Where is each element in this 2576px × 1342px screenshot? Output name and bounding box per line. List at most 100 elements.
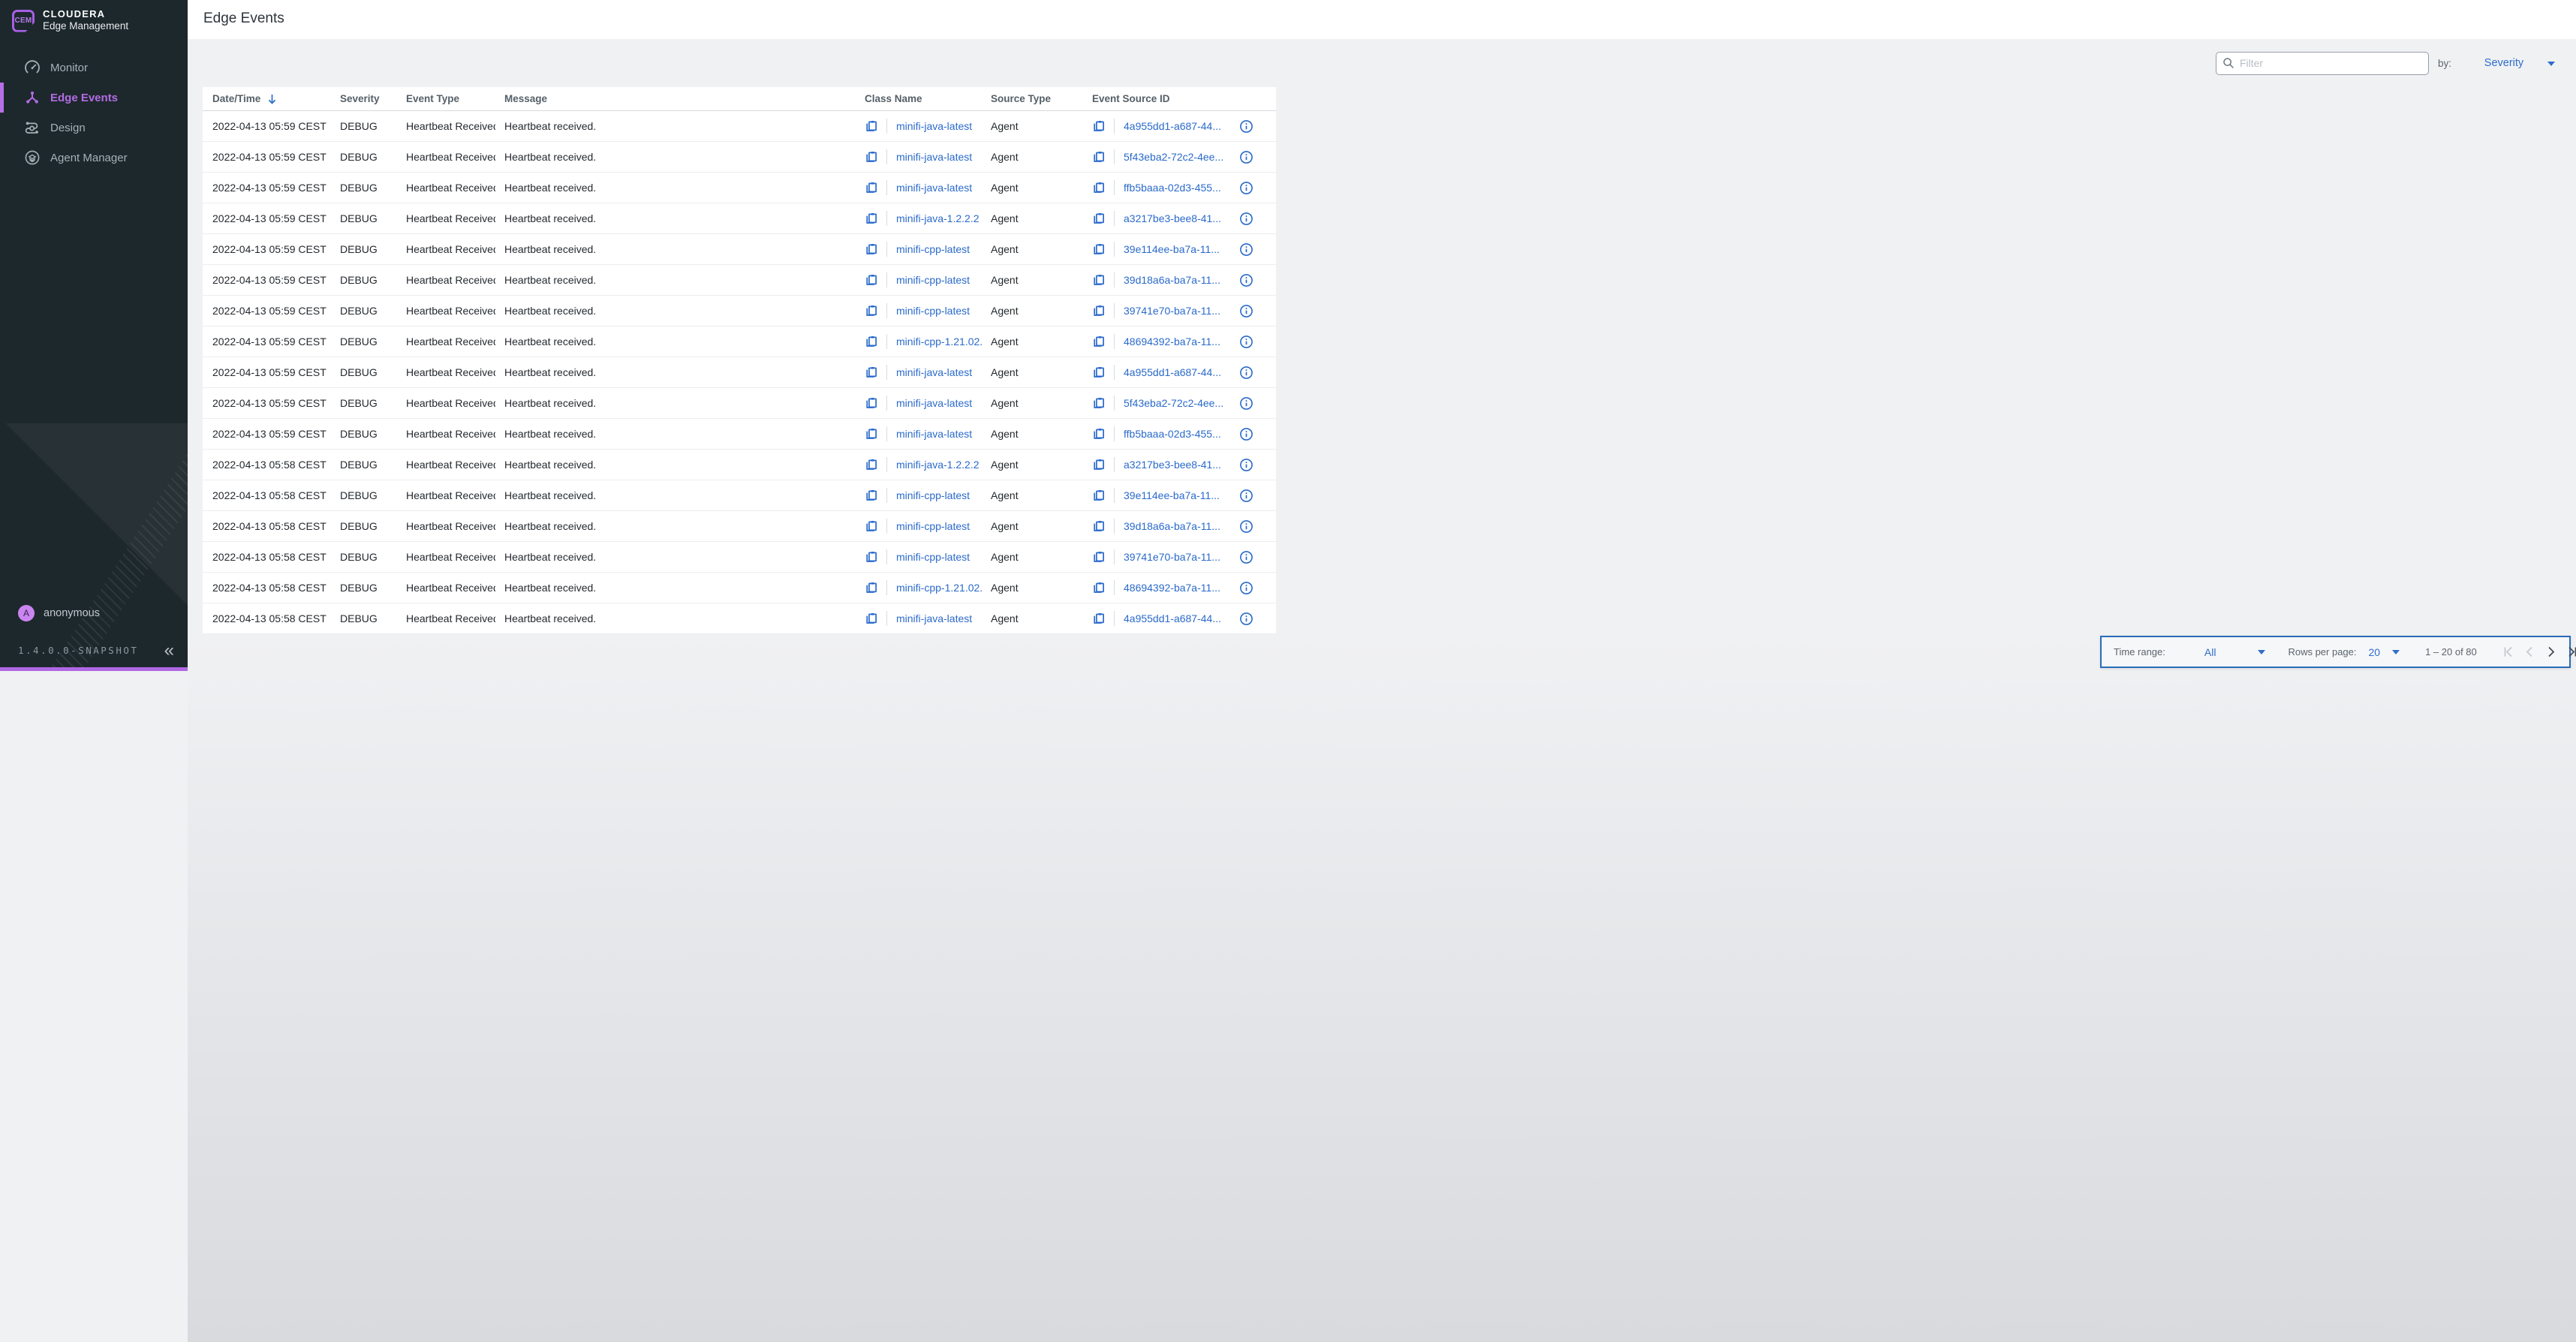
event-source-id-link[interactable]: 4a955dd1-a687-44... — [1124, 612, 1221, 624]
copy-icon[interactable] — [865, 212, 878, 225]
info-icon[interactable] — [1239, 489, 1253, 503]
class-name-link[interactable]: minifi-cpp-1.21.02.... — [896, 336, 982, 348]
info-icon[interactable] — [1239, 150, 1253, 164]
info-icon[interactable] — [1239, 181, 1253, 195]
class-name-link[interactable]: minifi-cpp-latest — [896, 274, 970, 286]
info-icon[interactable] — [1239, 119, 1253, 134]
column-header-datetime[interactable]: Date/Time — [203, 93, 331, 105]
event-source-id-link[interactable]: 48694392-ba7a-11... — [1124, 336, 1220, 348]
event-source-id-link[interactable]: ffb5baaa-02d3-455... — [1124, 182, 1221, 194]
class-name-link[interactable]: minifi-java-latest — [896, 397, 972, 409]
copy-icon[interactable] — [865, 519, 878, 533]
copy-icon[interactable] — [865, 427, 878, 441]
info-icon[interactable] — [1239, 273, 1253, 287]
sort-desc-icon[interactable] — [266, 93, 278, 105]
last-page-icon[interactable] — [2565, 645, 2576, 659]
info-icon[interactable] — [1239, 366, 1253, 380]
previous-page-icon[interactable] — [2523, 645, 2537, 659]
copy-icon[interactable] — [865, 304, 878, 317]
class-name-link[interactable]: minifi-java-latest — [896, 428, 972, 440]
info-icon[interactable] — [1239, 304, 1253, 318]
event-source-id-link[interactable]: 5f43eba2-72c2-4ee... — [1124, 151, 1223, 163]
info-icon[interactable] — [1239, 612, 1253, 626]
info-icon[interactable] — [1239, 581, 1253, 595]
info-icon[interactable] — [1239, 335, 1253, 349]
column-header-class-name[interactable]: Class Name — [856, 93, 982, 104]
rows-per-page-value[interactable]: 20 — [2369, 646, 2381, 658]
event-source-id-link[interactable]: 48694392-ba7a-11... — [1124, 582, 1220, 594]
class-name-link[interactable]: minifi-cpp-latest — [896, 489, 970, 501]
copy-icon[interactable] — [1092, 489, 1106, 502]
column-header-severity[interactable]: Severity — [331, 93, 397, 104]
copy-icon[interactable] — [865, 458, 878, 471]
event-source-id-link[interactable]: 5f43eba2-72c2-4ee... — [1124, 397, 1223, 409]
event-source-id-link[interactable]: 39741e70-ba7a-11... — [1124, 551, 1220, 563]
copy-icon[interactable] — [1092, 119, 1106, 133]
copy-icon[interactable] — [865, 550, 878, 564]
copy-icon[interactable] — [865, 273, 878, 287]
event-source-id-link[interactable]: ffb5baaa-02d3-455... — [1124, 428, 1221, 440]
collapse-sidebar-icon[interactable]: « — [164, 645, 174, 656]
event-source-id-link[interactable]: 4a955dd1-a687-44... — [1124, 120, 1221, 132]
copy-icon[interactable] — [865, 335, 878, 348]
copy-icon[interactable] — [1092, 427, 1106, 441]
copy-icon[interactable] — [1092, 150, 1106, 164]
sidebar-item-design[interactable]: Design — [0, 113, 188, 143]
column-header-source-type[interactable]: Source Type — [982, 93, 1083, 104]
user-menu[interactable]: A anonymous — [18, 605, 100, 621]
time-range-value[interactable]: All — [2204, 646, 2216, 658]
copy-icon[interactable] — [865, 242, 878, 256]
class-name-link[interactable]: minifi-cpp-latest — [896, 551, 970, 563]
event-source-id-link[interactable]: 39e114ee-ba7a-11... — [1124, 489, 1220, 501]
info-icon[interactable] — [1239, 212, 1253, 226]
copy-icon[interactable] — [865, 396, 878, 410]
class-name-link[interactable]: minifi-java-1.2.2.2 — [896, 212, 980, 224]
event-source-id-link[interactable]: a3217be3-bee8-41... — [1124, 459, 1221, 471]
info-icon[interactable] — [1239, 427, 1253, 441]
class-name-link[interactable]: minifi-cpp-latest — [896, 305, 970, 317]
sidebar-item-monitor[interactable]: Monitor — [0, 53, 188, 83]
class-name-link[interactable]: minifi-cpp-latest — [896, 243, 970, 255]
column-header-message[interactable]: Message — [495, 93, 856, 104]
class-name-link[interactable]: minifi-java-latest — [896, 120, 972, 132]
next-page-icon[interactable] — [2544, 645, 2558, 659]
copy-icon[interactable] — [865, 119, 878, 133]
copy-icon[interactable] — [1092, 242, 1106, 256]
copy-icon[interactable] — [865, 581, 878, 594]
copy-icon[interactable] — [865, 150, 878, 164]
event-source-id-link[interactable]: 39e114ee-ba7a-11... — [1124, 243, 1220, 255]
class-name-link[interactable]: minifi-java-latest — [896, 612, 972, 624]
time-range-caret-icon[interactable] — [2258, 650, 2265, 654]
class-name-link[interactable]: minifi-cpp-latest — [896, 520, 970, 532]
first-page-icon[interactable] — [2502, 645, 2516, 659]
copy-icon[interactable] — [1092, 396, 1106, 410]
copy-icon[interactable] — [1092, 581, 1106, 594]
class-name-link[interactable]: minifi-java-latest — [896, 182, 972, 194]
copy-icon[interactable] — [1092, 181, 1106, 194]
event-source-id-link[interactable]: 39d18a6a-ba7a-11... — [1124, 274, 1220, 286]
sidebar-item-agent-manager[interactable]: Agent Manager — [0, 143, 188, 173]
class-name-link[interactable]: minifi-cpp-1.21.02.... — [896, 582, 982, 594]
copy-icon[interactable] — [1092, 366, 1106, 379]
copy-icon[interactable] — [865, 489, 878, 502]
filter-search-box[interactable] — [2216, 52, 2429, 75]
sidebar-item-edge-events[interactable]: Edge Events — [0, 83, 188, 113]
column-header-event-type[interactable]: Event Type — [397, 93, 495, 104]
info-icon[interactable] — [1239, 519, 1253, 534]
event-source-id-link[interactable]: 39d18a6a-ba7a-11... — [1124, 520, 1220, 532]
copy-icon[interactable] — [1092, 335, 1106, 348]
copy-icon[interactable] — [1092, 458, 1106, 471]
copy-icon[interactable] — [1092, 304, 1106, 317]
event-source-id-link[interactable]: a3217be3-bee8-41... — [1124, 212, 1221, 224]
copy-icon[interactable] — [1092, 212, 1106, 225]
event-source-id-link[interactable]: 39741e70-ba7a-11... — [1124, 305, 1220, 317]
copy-icon[interactable] — [865, 181, 878, 194]
class-name-link[interactable]: minifi-java-1.2.2.2 — [896, 459, 980, 471]
info-icon[interactable] — [1239, 396, 1253, 411]
copy-icon[interactable] — [865, 366, 878, 379]
info-icon[interactable] — [1239, 550, 1253, 564]
copy-icon[interactable] — [1092, 519, 1106, 533]
filter-input[interactable] — [2240, 57, 2422, 69]
class-name-link[interactable]: minifi-java-latest — [896, 151, 972, 163]
copy-icon[interactable] — [1092, 550, 1106, 564]
